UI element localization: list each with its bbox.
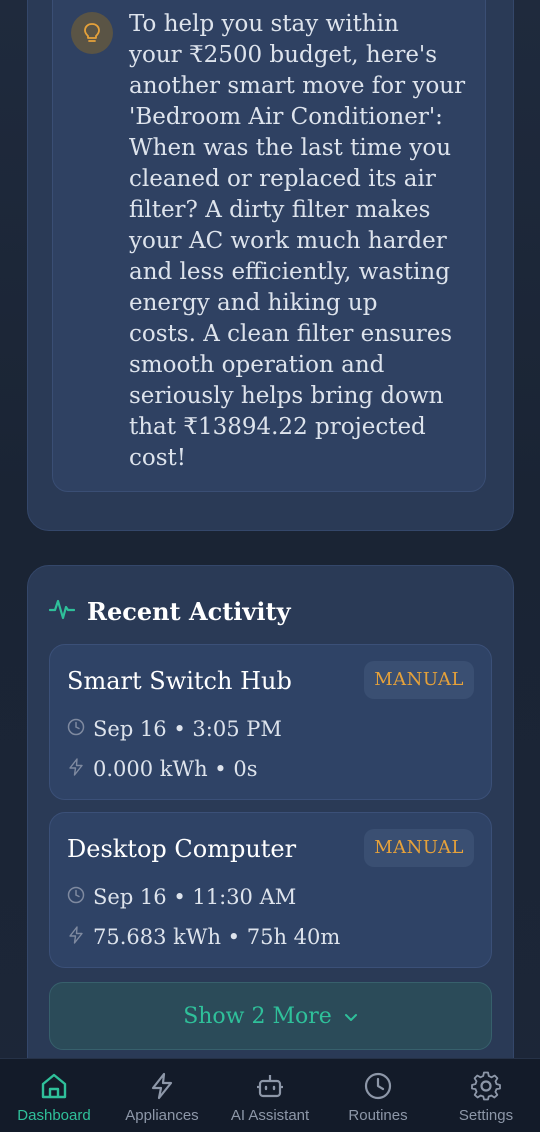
activity-item-name: Smart Switch Hub xyxy=(67,667,292,695)
activity-pulse-icon xyxy=(48,596,76,626)
nav-settings[interactable]: Settings xyxy=(432,1059,540,1132)
robot-icon xyxy=(253,1069,287,1103)
activity-item-name: Desktop Computer xyxy=(67,835,297,863)
nav-label: Dashboard xyxy=(17,1107,91,1124)
activity-item[interactable]: Smart Switch Hub MANUAL Sep 16 • 3:05 PM… xyxy=(49,644,492,800)
dashboard-page: To help you stay within your ₹2500 budge… xyxy=(0,0,540,1132)
lightbulb-icon xyxy=(71,12,113,54)
home-icon xyxy=(37,1069,71,1103)
recent-activity-header: Recent Activity xyxy=(48,594,291,628)
nav-label: Settings xyxy=(458,1107,514,1124)
lightning-icon xyxy=(67,757,85,781)
nav-dashboard[interactable]: Dashboard xyxy=(0,1059,108,1132)
nav-label: AI Assistant xyxy=(230,1107,310,1124)
nav-routines[interactable]: Routines xyxy=(324,1059,432,1132)
activity-energy-row: 75.683 kWh • 75h 40m xyxy=(67,925,340,949)
nav-appliances[interactable]: Appliances xyxy=(108,1059,216,1132)
activity-time-row: Sep 16 • 11:30 AM xyxy=(67,885,296,909)
show-more-label: Show 2 More xyxy=(183,1003,332,1029)
activity-time-row: Sep 16 • 3:05 PM xyxy=(67,717,282,741)
activity-energy: 75.683 kWh • 75h 40m xyxy=(93,925,341,949)
bottom-navigation: Dashboard Appliances AI Assistant Routin… xyxy=(0,1058,540,1132)
clock-icon xyxy=(67,717,85,741)
activity-energy-row: 0.000 kWh • 0s xyxy=(67,757,258,781)
mode-badge: MANUAL xyxy=(364,829,474,867)
lightning-icon xyxy=(67,925,85,949)
mode-badge: MANUAL xyxy=(364,661,474,699)
clock-icon xyxy=(67,885,85,909)
gear-icon xyxy=(469,1069,503,1103)
ai-tip-text: To help you stay within your ₹2500 budge… xyxy=(129,11,466,471)
lightning-icon xyxy=(145,1069,179,1103)
recent-activity-title: Recent Activity xyxy=(87,596,291,626)
nav-label: Appliances xyxy=(125,1107,199,1124)
nav-label: Routines xyxy=(348,1107,408,1124)
activity-item[interactable]: Desktop Computer MANUAL Sep 16 • 11:30 A… xyxy=(49,812,492,968)
activity-time: Sep 16 • 11:30 AM xyxy=(93,885,297,909)
clock-icon xyxy=(361,1069,395,1103)
show-more-button[interactable]: Show 2 More xyxy=(49,982,492,1050)
activity-time: Sep 16 • 3:05 PM xyxy=(93,717,282,741)
activity-energy: 0.000 kWh • 0s xyxy=(93,757,258,781)
chevron-down-icon xyxy=(344,1004,358,1029)
nav-ai-assistant[interactable]: AI Assistant xyxy=(216,1059,324,1132)
